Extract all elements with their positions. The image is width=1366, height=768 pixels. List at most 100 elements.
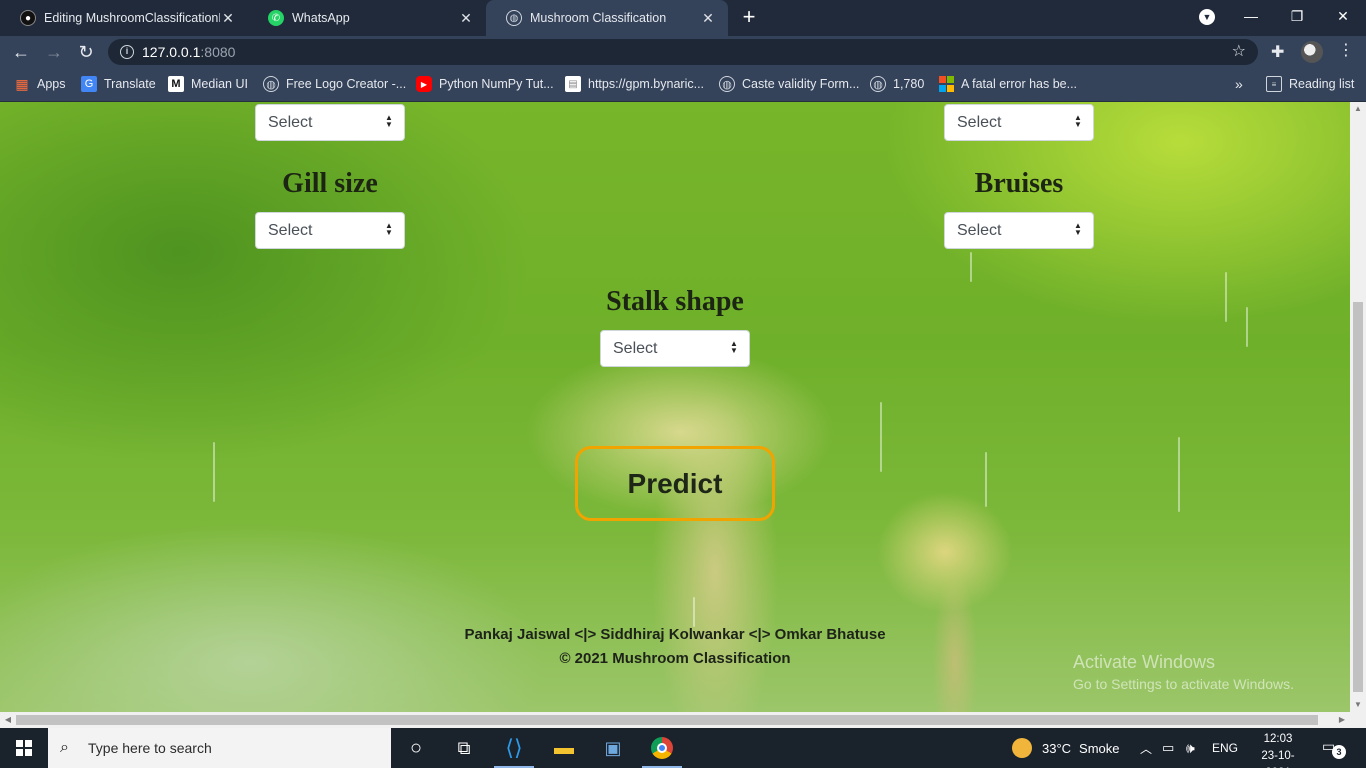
bookmark-translate[interactable]: G Translate (81, 68, 156, 100)
github-icon: ● (20, 10, 36, 26)
profile-avatar[interactable] (1301, 41, 1323, 63)
restore-button[interactable]: ❐ (1274, 0, 1320, 32)
reload-button[interactable]: ↻ (74, 40, 98, 64)
globe-icon: ◍ (263, 76, 279, 92)
search-placeholder: Type here to search (88, 740, 212, 756)
bookmark-star-icon[interactable]: ☆ (1232, 41, 1246, 61)
select-value: Select (268, 222, 313, 239)
select-dropdown-top-left[interactable]: Select ▲ ▼ (255, 104, 405, 141)
select-caret-icon: ▲ ▼ (1074, 113, 1082, 129)
file-explorer-icon[interactable]: ▬ (540, 728, 588, 768)
close-icon[interactable]: ✕ (700, 10, 716, 27)
battery-icon[interactable]: ▭ (1162, 728, 1174, 768)
bookmark-label: Translate (104, 77, 156, 91)
close-window-button[interactable]: ✕ (1320, 0, 1366, 32)
bookmark-label: A fatal error has be... (961, 77, 1078, 91)
rain-streak (880, 402, 882, 472)
forward-button[interactable]: → (42, 40, 66, 64)
bookmark-label: Caste validity Form... (742, 77, 860, 91)
bruises-select[interactable]: Select ▲ ▼ (944, 212, 1094, 249)
scroll-left-arrow-icon[interactable]: ◀ (0, 715, 16, 724)
scroll-right-arrow-icon[interactable]: ▶ (1334, 715, 1350, 724)
apps-grid-icon: ▦ (15, 75, 29, 92)
vertical-scrollbar[interactable]: ▲ ▼ (1350, 102, 1366, 712)
minimize-button[interactable]: — (1228, 0, 1274, 32)
globe-icon: ◍ (506, 10, 522, 26)
extensions-puzzle-icon[interactable]: ✚ (1271, 42, 1284, 62)
tab-whatsapp[interactable]: ✆ WhatsApp ✕ (248, 0, 486, 36)
page-viewport: Select ▲ ▼ Select ▲ ▼ Gill size Select ▲ ▼ … (0, 102, 1350, 712)
globe-icon: ◍ (870, 76, 886, 92)
taskbar-clock[interactable]: 12:03 23-10-2021 (1250, 731, 1306, 768)
scroll-up-arrow-icon[interactable]: ▲ (1350, 104, 1366, 113)
bookmark-apps[interactable]: ▦ Apps (14, 68, 65, 100)
bruises-label: Bruises (974, 168, 1064, 199)
bookmark-free-logo-creator[interactable]: ◍ Free Logo Creator -... (263, 68, 406, 100)
taskbar-search-box[interactable]: ⌕ Type here to search (48, 728, 391, 768)
weather-sun-icon (1012, 738, 1032, 758)
globe-icon: ◍ (719, 76, 735, 92)
tab-title: WhatsApp (292, 11, 350, 25)
google-translate-icon: G (81, 76, 97, 92)
weather-temp: 33°C (1042, 740, 1072, 756)
task-view-icon[interactable]: ⧉ (440, 728, 488, 768)
horizontal-scroll-thumb[interactable] (16, 715, 1318, 725)
tab-strip: ● Editing MushroomClassificationP ✕ ✆ Wh… (0, 0, 1366, 36)
gill-size-label: Gill size (282, 168, 378, 199)
bookmarks-overflow-button[interactable]: » (1235, 68, 1243, 100)
windows-taskbar: ⌕ Type here to search ○ ⧉ ⟨⟩ ▬ ▣ 33°C Sm… (0, 728, 1366, 768)
close-icon[interactable]: ✕ (220, 10, 236, 27)
rain-streak (213, 442, 215, 502)
bookmark-caste-validity[interactable]: ◍ Caste validity Form... (719, 68, 859, 100)
predict-button[interactable]: Predict (575, 446, 775, 521)
bookmark-label: Python NumPy Tut... (439, 77, 554, 91)
vscode-icon[interactable]: ⟨⟩ (490, 728, 538, 768)
bookmark-gpm-bynaric[interactable]: ▤ https://gpm.bynaric... (565, 68, 704, 100)
site-info-icon[interactable]: i (120, 45, 134, 59)
stalk-shape-label: Stalk shape (606, 286, 744, 317)
notification-center-button[interactable]: ▭ 3 (1322, 738, 1346, 759)
start-button[interactable] (0, 728, 48, 768)
scroll-down-arrow-icon[interactable]: ▼ (1350, 700, 1366, 709)
chrome-icon[interactable] (638, 728, 686, 768)
new-tab-button[interactable]: + (737, 4, 761, 30)
select-caret-icon: ▲ ▼ (730, 339, 738, 355)
volume-icon[interactable]: 🕪 (1186, 728, 1195, 768)
rain-streak (970, 252, 972, 282)
select-dropdown-top-right[interactable]: Select ▲ ▼ (944, 104, 1094, 141)
select-value: Select (957, 114, 1002, 131)
weather-widget[interactable]: 33°C Smoke (1012, 728, 1120, 768)
windows-start-icon (16, 740, 32, 756)
rain-streak (985, 452, 987, 507)
bookmark-median-ui[interactable]: M Median UI (168, 68, 248, 100)
browser-menu-icon[interactable]: ⋮ (1338, 40, 1354, 60)
horizontal-scrollbar[interactable]: ◀ ▶ (0, 712, 1366, 728)
search-icon: ⌕ (60, 739, 69, 756)
stalk-shape-select[interactable]: Select ▲ ▼ (600, 330, 750, 367)
reading-list-button[interactable]: ≡ Reading list (1266, 68, 1354, 100)
tab-search-icon[interactable]: ▼ (1199, 9, 1215, 25)
reading-list-label: Reading list (1289, 77, 1355, 91)
bookmark-python-numpy[interactable]: ▶ Python NumPy Tut... (416, 68, 554, 100)
tab-mushroom-classification[interactable]: ◍ Mushroom Classification ✕ (486, 0, 728, 36)
back-button[interactable]: ← (9, 40, 33, 64)
show-hidden-icons-chevron-icon[interactable]: ︿ (1140, 728, 1152, 768)
rain-streak (693, 597, 695, 627)
select-caret-icon: ▲ ▼ (385, 113, 393, 129)
notification-count-badge: 3 (1332, 745, 1346, 759)
select-value: Select (268, 114, 313, 131)
tab-github-editor[interactable]: ● Editing MushroomClassificationP ✕ (0, 0, 248, 36)
language-indicator[interactable]: ENG (1212, 728, 1238, 768)
address-bar[interactable]: i 127.0.0.1:8080 ☆ (108, 39, 1258, 65)
gill-size-select[interactable]: Select ▲ ▼ (255, 212, 405, 249)
tab-title: Editing MushroomClassificationP (44, 11, 220, 25)
youtube-icon: ▶ (416, 76, 432, 92)
bookmark-fatal-error[interactable]: A fatal error has be... (938, 68, 1077, 100)
url-port: :8080 (200, 44, 236, 60)
bookmark-1780[interactable]: ◍ 1,780 (870, 68, 924, 100)
vertical-scroll-thumb[interactable] (1353, 302, 1363, 692)
close-icon[interactable]: ✕ (458, 10, 474, 27)
cortana-circle-icon[interactable]: ○ (392, 728, 440, 768)
bookmark-label: Free Logo Creator -... (286, 77, 407, 91)
app-window-icon[interactable]: ▣ (589, 728, 637, 768)
